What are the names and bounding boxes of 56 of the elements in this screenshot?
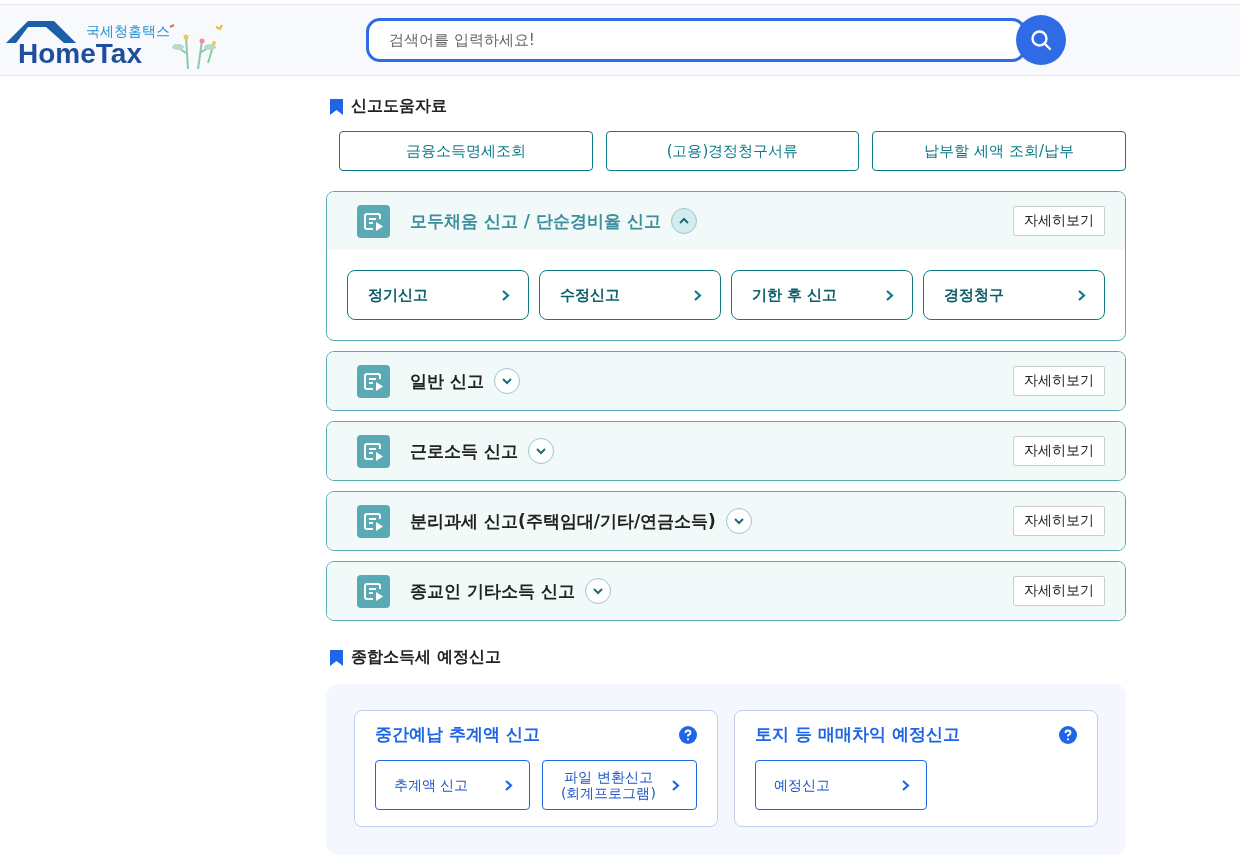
bookmark-icon: [330, 649, 343, 666]
report-button[interactable]: 파일 변환신고 (회계프로그램): [542, 760, 697, 810]
action-button[interactable]: 수정신고: [539, 270, 721, 320]
action-button[interactable]: 경정청구: [923, 270, 1105, 320]
chevron-right-icon: [504, 778, 513, 792]
chevron-right-icon: [671, 778, 680, 792]
expand-toggle[interactable]: [527, 438, 554, 464]
help-link-button[interactable]: 납부할 세액 조회/납부: [872, 131, 1126, 171]
search-icon: [1030, 29, 1052, 51]
expand-toggle[interactable]: [584, 578, 611, 604]
expand-toggle[interactable]: [725, 508, 752, 534]
help-link-button[interactable]: 금융소득명세조회: [339, 131, 593, 171]
panel-title[interactable]: 분리과세 신고(주택임대/기타/연금소득): [410, 509, 716, 533]
action-button[interactable]: 정기신고: [347, 270, 529, 320]
panel-title[interactable]: 모두채움 신고 / 단순경비율 신고: [410, 209, 661, 233]
expand-toggle[interactable]: [493, 368, 520, 394]
chevron-right-icon: [901, 778, 910, 792]
panel-title[interactable]: 일반 신고: [410, 369, 484, 393]
document-icon: [357, 574, 390, 608]
detail-button[interactable]: 자세히보기: [1013, 576, 1105, 606]
document-icon: [357, 204, 390, 238]
bookmark-icon: [330, 98, 343, 115]
chevron-right-icon: [1077, 288, 1086, 302]
section-title: 종합소득세 예정신고: [351, 647, 501, 668]
chevron-up-icon: [677, 217, 690, 225]
detail-button[interactable]: 자세히보기: [1013, 436, 1105, 466]
chevron-right-icon: [501, 288, 510, 302]
search-field[interactable]: 검색어를 입력하세요!: [366, 18, 1026, 62]
help-icon[interactable]: [679, 725, 697, 744]
chevron-right-icon: [693, 288, 702, 302]
plant-drawing: [168, 23, 224, 69]
action-button[interactable]: 기한 후 신고: [731, 270, 913, 320]
panel-title[interactable]: 근로소득 신고: [410, 439, 518, 463]
card-title: 중간예납 추계액 신고: [375, 723, 540, 746]
card-title: 토지 등 매매차익 예정신고: [755, 723, 960, 746]
document-icon: [357, 504, 390, 538]
chevron-right-icon: [885, 288, 894, 302]
chevron-down-icon: [534, 447, 547, 455]
chevron-down-icon: [732, 517, 745, 525]
logo-title[interactable]: HomeTax: [18, 39, 142, 69]
panel-title[interactable]: 종교인 기타소득 신고: [410, 579, 575, 603]
document-icon: [357, 434, 390, 468]
section-title: 신고도움자료: [351, 96, 447, 117]
logo-subtitle: 국세청홈택스: [86, 23, 170, 41]
expand-toggle[interactable]: [670, 208, 697, 234]
chevron-down-icon: [500, 377, 513, 385]
detail-button[interactable]: 자세히보기: [1013, 206, 1105, 236]
report-button[interactable]: 예정신고: [755, 760, 927, 810]
help-icon[interactable]: [1059, 725, 1077, 744]
report-button[interactable]: 추계액 신고: [375, 760, 530, 810]
help-link-button[interactable]: (고용)경정청구서류: [605, 131, 860, 171]
document-icon: [357, 364, 390, 398]
chevron-down-icon: [591, 587, 604, 595]
detail-button[interactable]: 자세히보기: [1013, 506, 1105, 536]
detail-button[interactable]: 자세히보기: [1013, 366, 1105, 396]
house-roof-icon: [6, 19, 76, 43]
